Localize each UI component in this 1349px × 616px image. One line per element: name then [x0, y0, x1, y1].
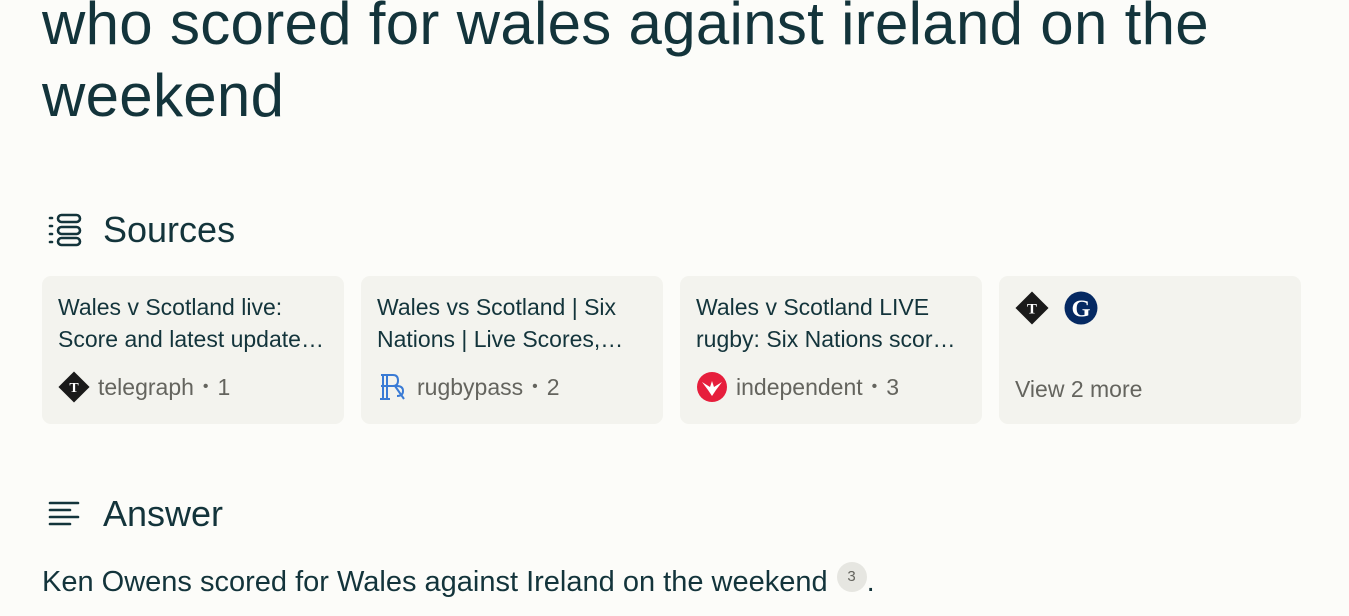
- more-favicons: T G: [1015, 291, 1285, 325]
- citation-badge[interactable]: 3: [836, 562, 867, 592]
- independent-favicon: [696, 371, 728, 403]
- source-index: 3: [886, 373, 900, 400]
- source-card-title: Wales v Scotland live: Score and latest …: [58, 294, 313, 352]
- separator-dot: •: [532, 378, 538, 395]
- answer-sentence: Ken Owens scored for Wales against Irela…: [42, 566, 828, 598]
- source-site: telegraph: [98, 373, 194, 400]
- view-more-sources-card[interactable]: T G View 2 more: [999, 276, 1301, 424]
- source-card-title: Wales v Scotland LIVE rugby: Six Nations…: [696, 294, 946, 352]
- source-cards: Wales v Scotland live: Score and latest …: [42, 276, 1301, 424]
- source-card-meta: rugbypass • 2: [377, 371, 560, 403]
- source-card[interactable]: Wales vs Scotland | Six Nations | Live S…: [361, 276, 663, 424]
- source-index: 1: [217, 373, 231, 400]
- telegraph-favicon: T: [58, 371, 90, 403]
- svg-text:T: T: [1027, 301, 1037, 317]
- page: who scored for wales against ireland on …: [0, 0, 1349, 616]
- telegraph-favicon: T: [1015, 291, 1049, 325]
- source-card[interactable]: Wales v Scotland live: Score and latest …: [42, 276, 344, 424]
- separator-dot: •: [202, 378, 209, 395]
- answer-heading: Answer: [103, 493, 224, 534]
- answer-lines-icon: [48, 497, 82, 531]
- rugbypass-favicon: [377, 371, 409, 403]
- sources-heading: Sources: [103, 209, 236, 250]
- svg-text:T: T: [69, 381, 79, 396]
- source-card[interactable]: Wales v Scotland LIVE rugby: Six Nations…: [680, 276, 982, 424]
- answer-text: Ken Owens scored for Wales against Irela…: [42, 562, 875, 602]
- view-more-label: View 2 more: [1015, 376, 1143, 402]
- source-site: rugbypass: [417, 373, 524, 400]
- source-site: independent: [736, 373, 863, 400]
- sources-header: Sources: [48, 209, 236, 250]
- source-card-meta: T telegraph • 1: [58, 371, 230, 403]
- answer-punctuation: .: [866, 566, 875, 598]
- svg-text:G: G: [1072, 296, 1091, 323]
- separator-dot: •: [871, 378, 878, 395]
- sources-list-icon: [48, 213, 82, 247]
- source-card-title: Wales vs Scotland | Six Nations | Live S…: [377, 294, 617, 352]
- query-title: who scored for wales against ireland on …: [42, 0, 1209, 129]
- source-card-meta: independent • 3: [696, 371, 899, 403]
- guardian-favicon: G: [1064, 291, 1098, 325]
- source-index: 2: [546, 373, 560, 400]
- answer-header: Answer: [48, 493, 224, 534]
